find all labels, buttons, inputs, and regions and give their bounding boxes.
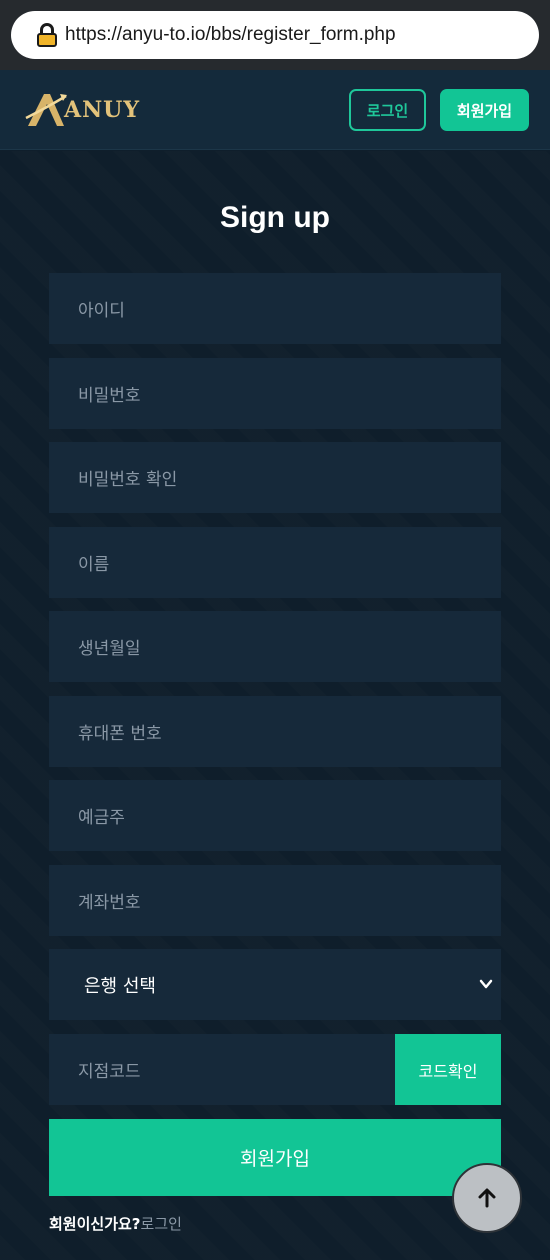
site-logo[interactable]: ANUY [24,86,164,134]
name-input[interactable]: 이름 [49,527,501,598]
submit-signup-button[interactable]: 회원가입 [49,1119,501,1196]
login-button[interactable]: 로그인 [349,89,426,131]
arrow-up-icon [478,1188,496,1208]
member-login-link[interactable]: 로그인 [141,1215,182,1233]
address-bar[interactable]: https://anyu-to.io/bbs/register_form.php [11,11,539,59]
bank-select[interactable]: 은행 선택 [49,949,501,1020]
page-title: Sign up [220,201,330,234]
logo-emblem-icon [25,94,67,126]
branch-code-input[interactable]: 지점코드 [49,1034,395,1105]
phone-input[interactable]: 휴대폰 번호 [49,696,501,767]
url-text[interactable]: https://anyu-to.io/bbs/register_form.php [65,24,396,46]
browser-toolbar: https://anyu-to.io/bbs/register_form.php [0,0,550,70]
account-number-input[interactable]: 계좌번호 [49,865,501,936]
code-check-button[interactable]: 코드확인 [395,1034,501,1105]
member-prompt-text: 회원이신가요? [49,1215,141,1233]
chevron-down-icon [479,979,493,989]
register-form-section: Sign up 아이디 비밀번호 비밀번호 확인 이름 생년월일 휴대폰 번호 … [0,151,550,1260]
site-header: ANUY 로그인 회원가입 [0,70,550,150]
scroll-to-top-button[interactable] [452,1163,522,1233]
password-input[interactable]: 비밀번호 [49,358,501,429]
signup-button[interactable]: 회원가입 [440,89,529,131]
birthdate-input[interactable]: 생년월일 [49,611,501,682]
user-id-input[interactable]: 아이디 [49,273,501,344]
account-holder-input[interactable]: 예금주 [49,780,501,851]
lock-icon [37,23,57,47]
member-login-prompt: 회원이신가요?로그인 [49,1213,182,1234]
logo-text: ANUY [64,97,141,123]
bank-select-value: 은행 선택 [84,975,156,997]
password-confirm-input[interactable]: 비밀번호 확인 [49,442,501,513]
